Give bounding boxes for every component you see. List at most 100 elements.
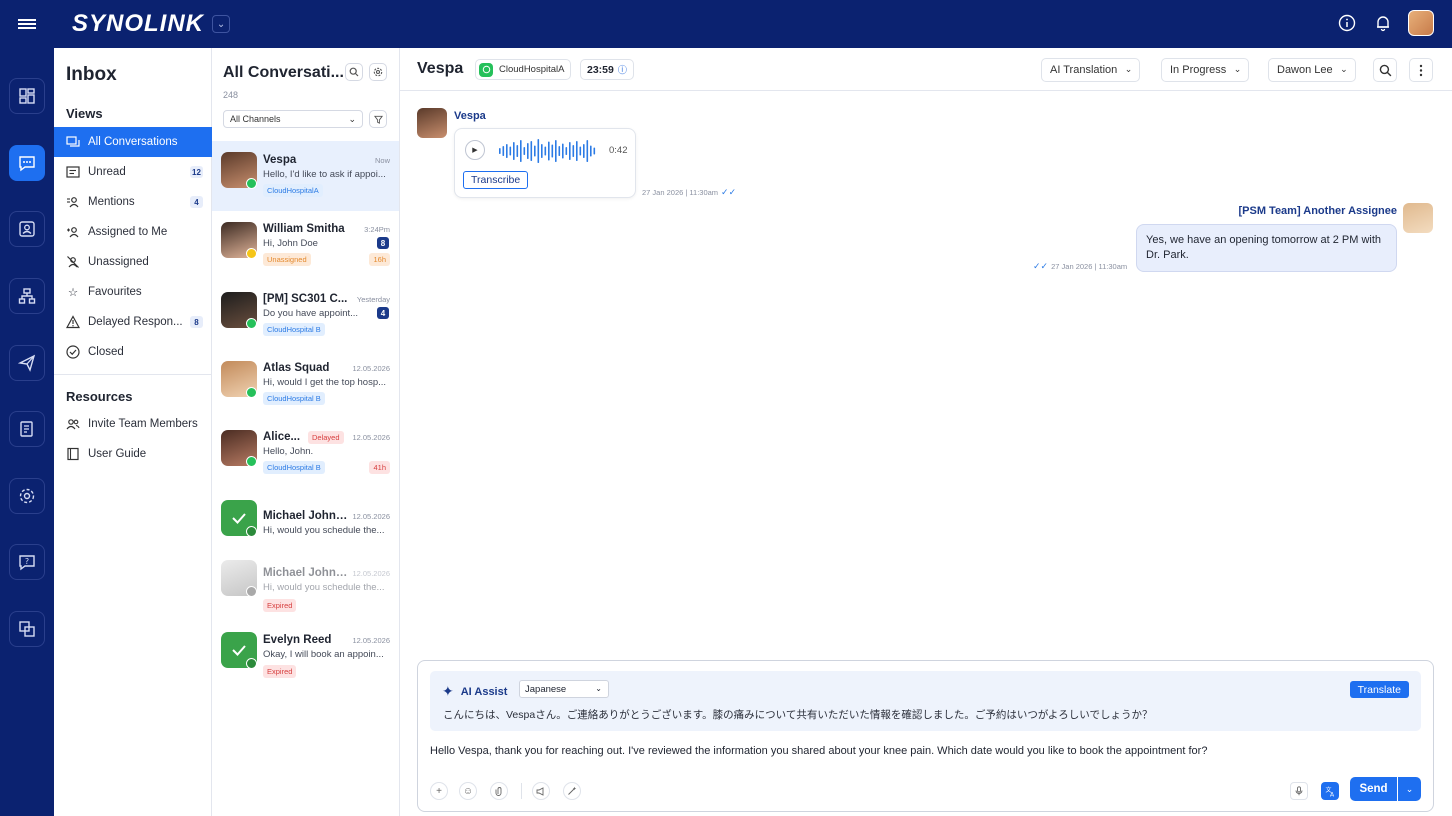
- contacts-icon[interactable]: [9, 211, 45, 247]
- nav-unassigned[interactable]: Unassigned: [54, 247, 212, 277]
- line-icon: [246, 526, 257, 537]
- line-icon: [246, 658, 257, 669]
- line-icon: [246, 387, 257, 398]
- sla-timer: 41h: [369, 461, 390, 474]
- org-chart-icon[interactable]: [9, 278, 45, 314]
- conversation-item[interactable]: Atlas Squad 12.05.2026 Hi, would I get t…: [212, 351, 399, 421]
- waveform-bar: [590, 145, 592, 157]
- inbox-chat-icon[interactable]: [9, 145, 45, 181]
- unread-badge: 8: [377, 237, 389, 249]
- megaphone-icon[interactable]: [532, 782, 550, 800]
- waveform-bar: [576, 141, 578, 161]
- delayed-tag: Delayed: [308, 431, 344, 444]
- waveform-bar: [593, 147, 596, 155]
- conversation-item[interactable]: Alice... Delayed 12.05.2026 Hello, John.…: [212, 421, 399, 491]
- help-icon[interactable]: ?: [9, 544, 45, 580]
- sla-timer: 16h: [369, 253, 390, 266]
- conversation-item[interactable]: Vespa Now Hello, I'd like to ask if appo…: [212, 141, 399, 211]
- svg-text:?: ?: [25, 557, 29, 566]
- response-timer: 23:59 ⓘ: [580, 59, 634, 80]
- sparkle-icon: ✦: [442, 683, 454, 699]
- chevron-down-icon: ⌄: [1340, 64, 1348, 74]
- translate-chat-icon[interactable]: [9, 611, 45, 647]
- waveform-bar: [565, 147, 568, 155]
- translate-button[interactable]: Translate: [1349, 681, 1409, 698]
- campaign-send-icon[interactable]: [9, 345, 45, 381]
- assignee-select[interactable]: Dawon Lee ⌄: [1268, 58, 1356, 82]
- conversation-item[interactable]: [PM] SC301 C... Yesterday Do you have ap…: [212, 281, 399, 351]
- conversation-item[interactable]: Michael Johns... 12.05.2026 Hi, would yo…: [212, 551, 399, 621]
- conversation-count: 248: [223, 90, 239, 100]
- message-timestamp: 27 Jan 2026 | 11:30am ✓✓: [642, 187, 737, 197]
- filter-icon[interactable]: [369, 110, 387, 128]
- divider: [54, 374, 212, 375]
- ai-translate-icon[interactable]: 文A: [1321, 782, 1339, 800]
- info-icon[interactable]: ⓘ: [618, 63, 627, 76]
- nav-invite-team-members[interactable]: Invite Team Members: [54, 409, 212, 439]
- nav-unread[interactable]: Unread 12: [54, 157, 212, 187]
- waveform-bar: [534, 145, 536, 157]
- reports-icon[interactable]: [9, 411, 45, 447]
- nav-mentions[interactable]: Mentions 4: [54, 187, 212, 217]
- nav-all-conversations[interactable]: All Conversations: [54, 127, 212, 157]
- settings-gear-icon[interactable]: [9, 478, 45, 514]
- send-button[interactable]: Send: [1350, 777, 1397, 801]
- voice-input-icon[interactable]: [1290, 782, 1308, 800]
- magic-wand-icon[interactable]: [563, 782, 581, 800]
- add-icon[interactable]: +: [430, 782, 448, 800]
- search-icon[interactable]: [345, 63, 363, 81]
- chat-panel: Vespa CloudHospitalA 23:59 ⓘ AI Translat…: [400, 48, 1452, 816]
- nav-delayed-response[interactable]: Delayed Respon... 8: [54, 307, 212, 337]
- nav-favourites[interactable]: ☆ Favourites: [54, 277, 212, 307]
- user-avatar[interactable]: [1408, 10, 1434, 36]
- send-options-chevron-down-icon[interactable]: ⌄: [1398, 777, 1421, 801]
- waveform-bar: [502, 146, 505, 156]
- emoji-icon[interactable]: ☺: [459, 782, 477, 800]
- channel-tag: CloudHospital B: [263, 461, 325, 474]
- bell-icon[interactable]: [1372, 12, 1394, 34]
- app-rail: ?: [0, 48, 54, 816]
- attachment-icon[interactable]: [490, 782, 508, 800]
- waveform-bar: [562, 143, 564, 159]
- assigned-user-icon: [65, 224, 81, 240]
- inbox-title: Inbox: [66, 64, 117, 85]
- unread-count-badge: 12: [190, 166, 203, 178]
- mentions-count-badge: 4: [190, 196, 203, 208]
- team-users-icon: [65, 416, 81, 432]
- language-select[interactable]: Japanese ⌄: [519, 680, 609, 698]
- double-check-icon: ✓✓: [721, 187, 737, 197]
- kakao-icon: [246, 248, 257, 259]
- search-icon[interactable]: [1373, 58, 1397, 82]
- nav-user-guide[interactable]: User Guide: [54, 439, 212, 469]
- top-bar: SYNOLINK ⌄: [0, 0, 1452, 48]
- whatsapp-icon: [479, 62, 493, 77]
- ai-assist-panel: ✦ AI Assist Japanese ⌄ Translate こんにちは、V…: [430, 671, 1421, 731]
- workspace-chevron-down-icon[interactable]: ⌄: [212, 15, 231, 33]
- more-options-icon[interactable]: [1409, 58, 1433, 82]
- channel-tag: CloudHospital B: [263, 392, 325, 405]
- transcribe-button[interactable]: Transcribe: [463, 171, 529, 189]
- nav-closed[interactable]: Closed: [54, 337, 212, 367]
- chevron-down-icon: ⌄: [595, 684, 602, 693]
- channel-chip[interactable]: CloudHospitalA: [475, 59, 572, 80]
- waveform-bar: [530, 141, 533, 161]
- play-icon[interactable]: ▶: [465, 140, 485, 160]
- message-input[interactable]: Hello Vespa, thank you for reaching out.…: [430, 745, 1207, 757]
- nav-assigned-to-me[interactable]: Assigned to Me: [54, 217, 212, 247]
- dashboard-icon[interactable]: [9, 78, 45, 114]
- message-sender: Vespa: [454, 110, 486, 122]
- status-select[interactable]: In Progress ⌄: [1161, 58, 1250, 82]
- expired-tag: Expired: [263, 599, 297, 612]
- audio-waveform[interactable]: [499, 138, 599, 164]
- warning-icon: [65, 314, 81, 330]
- conversation-item[interactable]: Evelyn Reed 12.05.2026 Okay, I will book…: [212, 623, 399, 693]
- unread-badge: 4: [377, 307, 389, 319]
- info-icon[interactable]: [1336, 12, 1358, 34]
- channel-filter-select[interactable]: All Channels ⌄: [223, 110, 363, 128]
- conversation-item[interactable]: William Smitha 3:24Pm Hi, John Doe 8 Una…: [212, 211, 399, 281]
- settings-icon[interactable]: [369, 63, 387, 81]
- menu-icon[interactable]: [0, 0, 54, 48]
- channel-tag: CloudHospital B: [263, 323, 325, 336]
- translation-mode-select[interactable]: AI Translation ⌄: [1041, 58, 1141, 82]
- check-circle-icon: [65, 344, 81, 360]
